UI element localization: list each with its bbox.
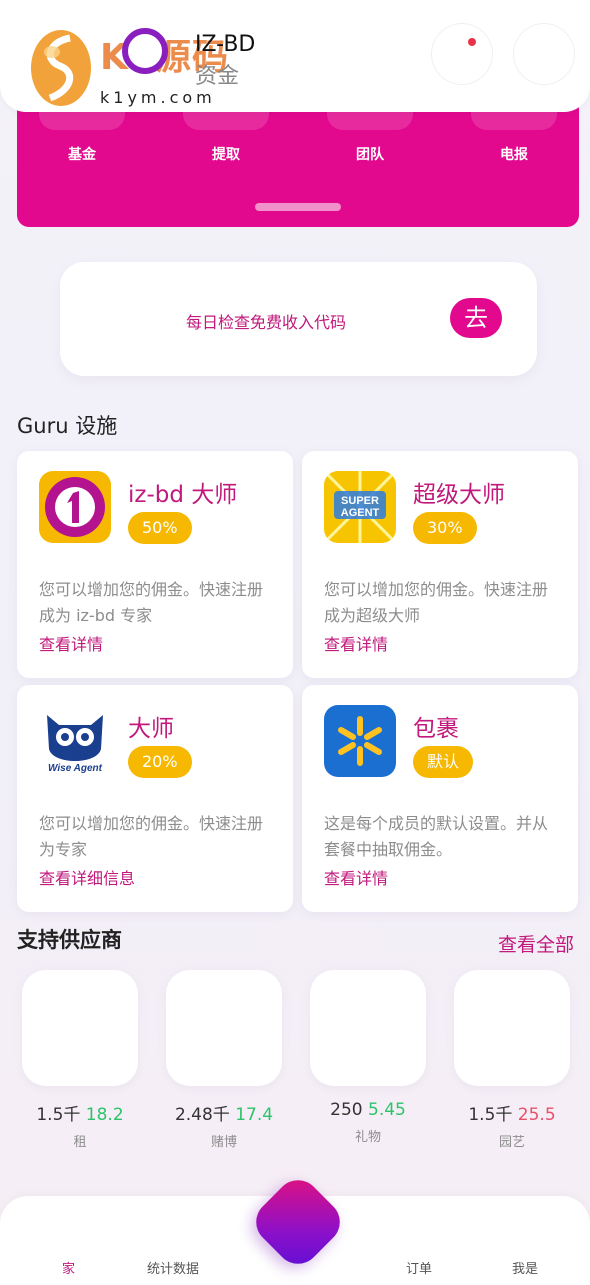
guru-description: 这是每个成员的默认设置。并从套餐中抽取佣金。 xyxy=(324,814,549,859)
commission-badge: 50% xyxy=(128,512,192,544)
watermark-ball-icon xyxy=(31,30,91,106)
nav-orders[interactable]: 订单 xyxy=(406,1258,432,1277)
daily-code-text: 每日检查免费收入代码 xyxy=(186,313,347,332)
spark-icon xyxy=(324,705,396,777)
guru-name: iz-bd 大师 xyxy=(128,482,238,508)
supplier-image xyxy=(22,970,138,1086)
super-agent-text-bottom: AGENT xyxy=(341,507,380,519)
supplier-amount: 1.5千 xyxy=(36,1105,81,1125)
commission-badge: 默认 xyxy=(413,746,474,778)
view-details-link[interactable]: 查看详情 xyxy=(324,865,388,889)
profile-button[interactable] xyxy=(514,24,574,84)
supplier-image xyxy=(166,970,282,1086)
supplier-category: 礼物 xyxy=(354,1130,381,1145)
view-all-link[interactable]: 查看全部 xyxy=(498,930,574,957)
daily-code-go-button[interactable]: 去 xyxy=(450,298,502,338)
iz-bd-logo-icon xyxy=(39,471,111,543)
wise-agent-owl-icon: Wise Agent xyxy=(39,705,111,777)
guru-section-title: Guru 设施 xyxy=(17,414,118,438)
wise-agent-text: Wise Agent xyxy=(48,763,103,774)
guru-name: 包裹 xyxy=(413,716,459,742)
guru-name: 超级大师 xyxy=(413,482,505,508)
view-details-link[interactable]: 查看详细信息 xyxy=(39,865,135,889)
supplier-stats: 250 5.45 xyxy=(310,1100,426,1120)
supplier-stats: 1.5千 18.2 xyxy=(22,1100,138,1125)
notification-button[interactable] xyxy=(432,24,492,84)
supplier-change: 18.2 xyxy=(85,1105,124,1125)
carousel-pager xyxy=(255,203,341,211)
guru-description: 您可以增加您的佣金。快速注册成为超级大师 xyxy=(324,580,549,625)
nav-stats[interactable]: 统计数据 xyxy=(147,1258,199,1277)
quick-action-label: 电报 xyxy=(500,147,528,163)
guru-description: 您可以增加您的佣金。快速注册为专家 xyxy=(39,814,264,859)
super-agent-icon: SUPER AGENT xyxy=(324,471,396,543)
guru-card-package[interactable]: 包裹 默认 这是每个成员的默认设置。并从套餐中抽取佣金。 查看详情 xyxy=(302,685,578,912)
supplier-stats: 2.48千 17.4 xyxy=(166,1100,282,1125)
supplier-image xyxy=(310,970,426,1086)
supplier-change: 25.5 xyxy=(517,1105,556,1125)
supplier-image xyxy=(454,970,570,1086)
super-agent-text-top: SUPER xyxy=(341,495,379,507)
guru-name: 大师 xyxy=(128,716,174,742)
guru-card-master[interactable]: Wise Agent 大师 20% 您可以增加您的佣金。快速注册为专家 查看详细… xyxy=(17,685,293,912)
quick-action-label: 基金 xyxy=(68,147,96,163)
supplier-category: 园艺 xyxy=(498,1135,525,1150)
supplier-category: 租 xyxy=(73,1135,87,1150)
guru-description: 您可以增加您的佣金。快速注册成为 iz-bd 专家 xyxy=(39,580,264,625)
commission-badge: 30% xyxy=(413,512,477,544)
notification-dot xyxy=(468,38,476,46)
page: 基金 提取 团队 电报 K1源码 k1ym.com IZ-BD 资金 xyxy=(0,0,590,1285)
supplier-item-rent[interactable]: 1.5千 18.2 租 xyxy=(22,970,138,1150)
nav-me[interactable]: 我是 xyxy=(512,1258,538,1277)
view-details-link[interactable]: 查看详情 xyxy=(39,631,103,655)
guru-card-izbd[interactable]: iz-bd 大师 50% 您可以增加您的佣金。快速注册成为 iz-bd 专家 查… xyxy=(17,451,293,678)
brand-logo-icon xyxy=(122,28,168,74)
app-header: K1源码 k1ym.com IZ-BD 资金 xyxy=(0,0,590,112)
supplier-amount: 2.48千 xyxy=(174,1105,230,1125)
daily-code-card: 每日检查免费收入代码 去 xyxy=(60,262,537,376)
quick-action-label: 团队 xyxy=(356,147,384,163)
view-details-link[interactable]: 查看详情 xyxy=(324,631,388,655)
guru-card-super[interactable]: SUPER AGENT 超级大师 30% 您可以增加您的佣金。快速注册成为超级大… xyxy=(302,451,578,678)
supplier-item-gardening[interactable]: 1.5千 25.5 园艺 xyxy=(454,970,570,1150)
supplier-stats: 1.5千 25.5 xyxy=(454,1100,570,1125)
supplier-category: 赌博 xyxy=(210,1135,237,1150)
supplier-item-gift[interactable]: 250 5.45 礼物 xyxy=(310,970,426,1145)
app-subtitle: 资金 xyxy=(195,64,240,89)
watermark-subtext: k1ym.com xyxy=(100,88,216,107)
nav-home[interactable]: 家 xyxy=(62,1258,75,1277)
supplier-change: 17.4 xyxy=(235,1105,274,1125)
quick-action-label: 提取 xyxy=(212,147,240,163)
supplier-amount: 1.5千 xyxy=(468,1105,513,1125)
supplier-item-gambling[interactable]: 2.48千 17.4 赌博 xyxy=(166,970,282,1150)
commission-badge: 20% xyxy=(128,746,192,778)
suppliers-title: 支持供应商 xyxy=(17,928,122,952)
app-title: IZ-BD xyxy=(195,32,256,57)
supplier-amount: 250 xyxy=(330,1100,363,1120)
supplier-change: 5.45 xyxy=(368,1100,406,1120)
